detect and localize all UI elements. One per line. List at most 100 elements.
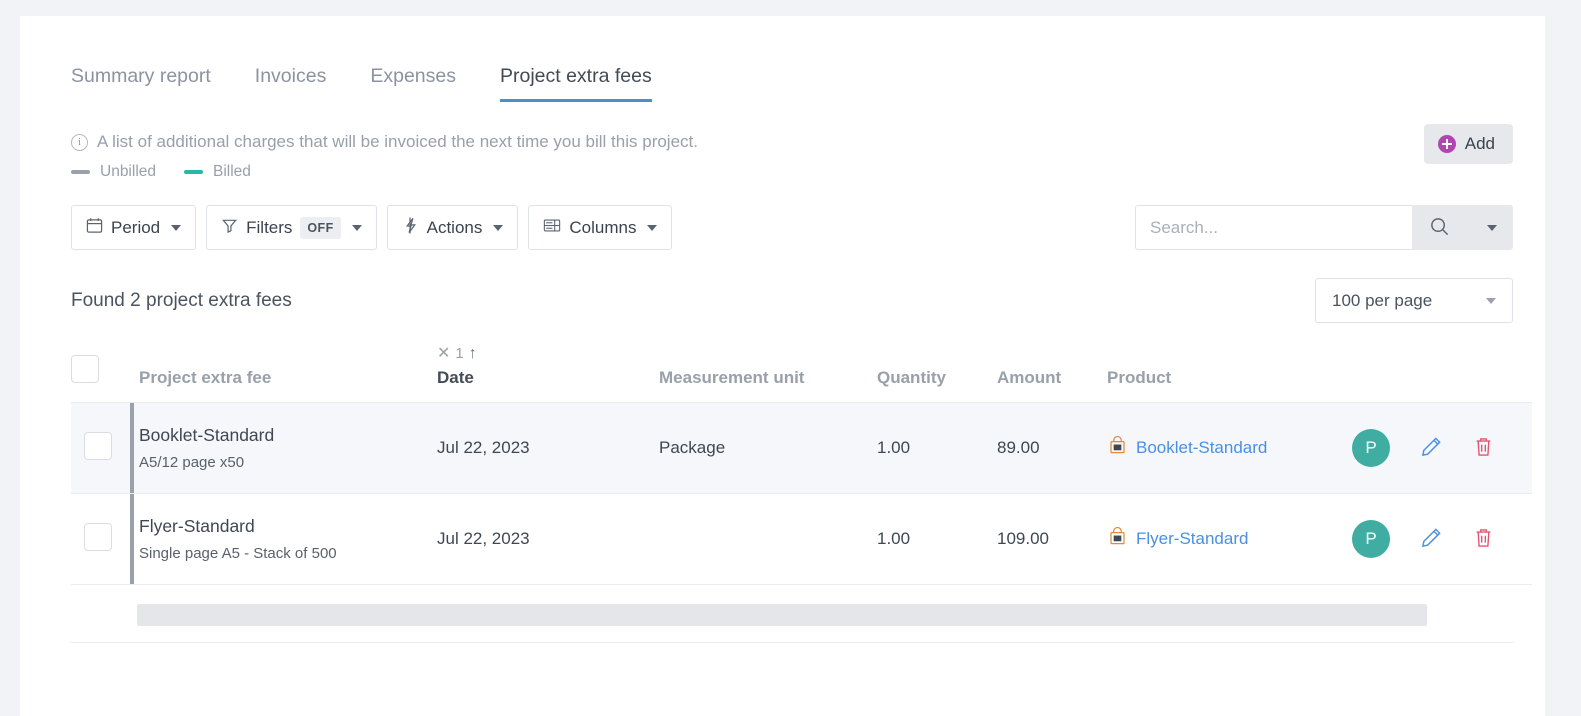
tab-project-extra-fees[interactable]: Project extra fees <box>478 66 674 103</box>
legend-swatch-unbilled <box>71 170 90 174</box>
avatar[interactable]: P <box>1352 520 1390 558</box>
tab-bar: Summary report Invoices Expenses Project… <box>20 16 1545 102</box>
product-name: Flyer-Standard <box>1136 529 1249 548</box>
chevron-down-icon <box>493 224 504 231</box>
delete-button[interactable] <box>1473 527 1494 552</box>
chevron-down-icon <box>351 224 362 231</box>
sort-index: 1 <box>455 345 464 362</box>
header-label: Product <box>1107 368 1172 387</box>
table-header-row: Project extra fee ✕ 1 ↑ Date Measurement… <box>71 345 1532 403</box>
sort-control[interactable]: ✕ 1 ↑ <box>437 345 659 362</box>
table-container: Project extra fee ✕ 1 ↑ Date Measurement… <box>20 345 1545 643</box>
filters-button[interactable]: Filters OFF <box>206 205 377 250</box>
row-checkbox[interactable] <box>84 431 112 460</box>
row-select-cell <box>71 402 139 494</box>
trash-icon <box>1473 436 1494 461</box>
legend-item-billed: Billed <box>184 163 251 181</box>
legend-swatch-billed <box>184 170 204 174</box>
row-actions: P <box>1352 429 1532 467</box>
period-button[interactable]: Period <box>71 205 197 250</box>
header-select-all <box>71 345 139 403</box>
cell-measurement-unit: Package <box>659 402 877 494</box>
horizontal-scrollbar-track[interactable] <box>137 604 1481 626</box>
chevron-down-icon <box>171 224 182 231</box>
pencil-icon <box>1420 526 1443 552</box>
edit-button[interactable] <box>1420 435 1443 461</box>
header-label: Measurement unit <box>659 368 805 387</box>
legend: Unbilled Billed <box>71 163 698 181</box>
actions-button[interactable]: Actions <box>386 205 519 250</box>
cell-product: Booklet-Standard <box>1107 402 1352 494</box>
row-checkbox[interactable] <box>84 522 112 551</box>
cell-measurement-unit <box>659 493 877 585</box>
header-project-extra-fee[interactable]: Project extra fee <box>139 345 437 403</box>
close-icon[interactable]: ✕ <box>437 345 450 362</box>
table-head: Project extra fee ✕ 1 ↑ Date Measurement… <box>71 345 1532 403</box>
funnel-icon <box>221 217 238 239</box>
tab-invoices[interactable]: Invoices <box>233 64 349 103</box>
tab-label: Invoices <box>254 64 327 87</box>
cell-quantity: 1.00 <box>877 402 997 494</box>
header-label: Amount <box>997 368 1062 387</box>
legend-label: Unbilled <box>100 163 157 180</box>
cell-row-actions: P <box>1352 493 1532 585</box>
columns-button[interactable]: Columns <box>528 205 673 250</box>
legend-item-unbilled: Unbilled <box>71 163 156 181</box>
search-input[interactable] <box>1135 205 1412 250</box>
columns-label: Columns <box>569 217 637 237</box>
arrow-up-icon[interactable]: ↑ <box>469 345 477 362</box>
avatar[interactable]: P <box>1352 429 1390 467</box>
header-row-actions <box>1352 345 1532 403</box>
table-row[interactable]: Booklet-Standard A5/12 page x50 Jul 22, … <box>71 402 1532 494</box>
plus-circle-icon <box>1437 135 1456 153</box>
search-options-button[interactable] <box>1467 205 1513 250</box>
header-label: Quantity <box>877 368 946 387</box>
chevron-down-icon <box>1486 297 1496 304</box>
filters-label: Filters <box>246 217 293 237</box>
add-button-label: Add <box>1464 134 1495 153</box>
header-product[interactable]: Product <box>1107 345 1352 403</box>
header-measurement-unit[interactable]: Measurement unit <box>659 345 877 403</box>
per-page-select[interactable]: 100 per page <box>1315 278 1513 323</box>
filters-state-badge: OFF <box>300 216 341 239</box>
delete-button[interactable] <box>1473 436 1494 461</box>
search-group <box>1135 205 1513 250</box>
shopping-bag-icon <box>1107 526 1128 552</box>
select-all-checkbox[interactable] <box>71 355 99 383</box>
cell-row-actions: P <box>1352 402 1532 494</box>
header-amount[interactable]: Amount <box>997 345 1107 403</box>
header-label: Date <box>437 368 474 387</box>
row-actions: P <box>1352 520 1532 558</box>
project-extra-fees-table: Project extra fee ✕ 1 ↑ Date Measurement… <box>71 345 1532 585</box>
toolbar: Period Filters OFF Actions Columns Searc… <box>20 205 1545 250</box>
product-link[interactable]: Booklet-Standard <box>1107 435 1267 461</box>
cell-project-extra-fee: Flyer-Standard Single page A5 - Stack of… <box>139 493 437 585</box>
table-row[interactable]: Flyer-Standard Single page A5 - Stack of… <box>71 493 1532 585</box>
fee-description: A5/12 page x50 <box>139 454 245 471</box>
product-name: Booklet-Standard <box>1136 438 1268 457</box>
cell-product: Flyer-Standard <box>1107 493 1352 585</box>
product-link[interactable]: Flyer-Standard <box>1107 526 1248 552</box>
unbilled-status-bar <box>130 403 134 493</box>
edit-button[interactable] <box>1420 526 1443 552</box>
header-date[interactable]: ✕ 1 ↑ Date <box>437 345 659 403</box>
add-button[interactable]: Add <box>1423 124 1513 164</box>
header-quantity[interactable]: Quantity <box>877 345 997 403</box>
tab-label: Summary report <box>71 64 211 87</box>
tab-expenses[interactable]: Expenses <box>348 66 478 103</box>
cell-date: Jul 22, 2023 <box>437 493 659 585</box>
actions-label: Actions <box>426 217 483 237</box>
trash-icon <box>1473 527 1494 552</box>
per-page-label: 100 per page <box>1332 290 1433 310</box>
search-submit-button[interactable] <box>1412 205 1467 250</box>
calendar-icon <box>86 217 103 239</box>
page-card: Summary report Invoices Expenses Project… <box>20 16 1545 716</box>
info-and-actions-row: i A list of additional charges that will… <box>20 102 1545 181</box>
lightning-icon <box>402 216 419 239</box>
cell-project-extra-fee: Booklet-Standard A5/12 page x50 <box>139 402 437 494</box>
info-description: i A list of additional charges that will… <box>71 132 698 152</box>
magnifier-icon <box>1429 216 1450 240</box>
horizontal-scrollbar-thumb[interactable] <box>137 604 1427 626</box>
tab-summary-report[interactable]: Summary report <box>71 64 233 103</box>
cell-amount: 109.00 <box>997 493 1107 585</box>
